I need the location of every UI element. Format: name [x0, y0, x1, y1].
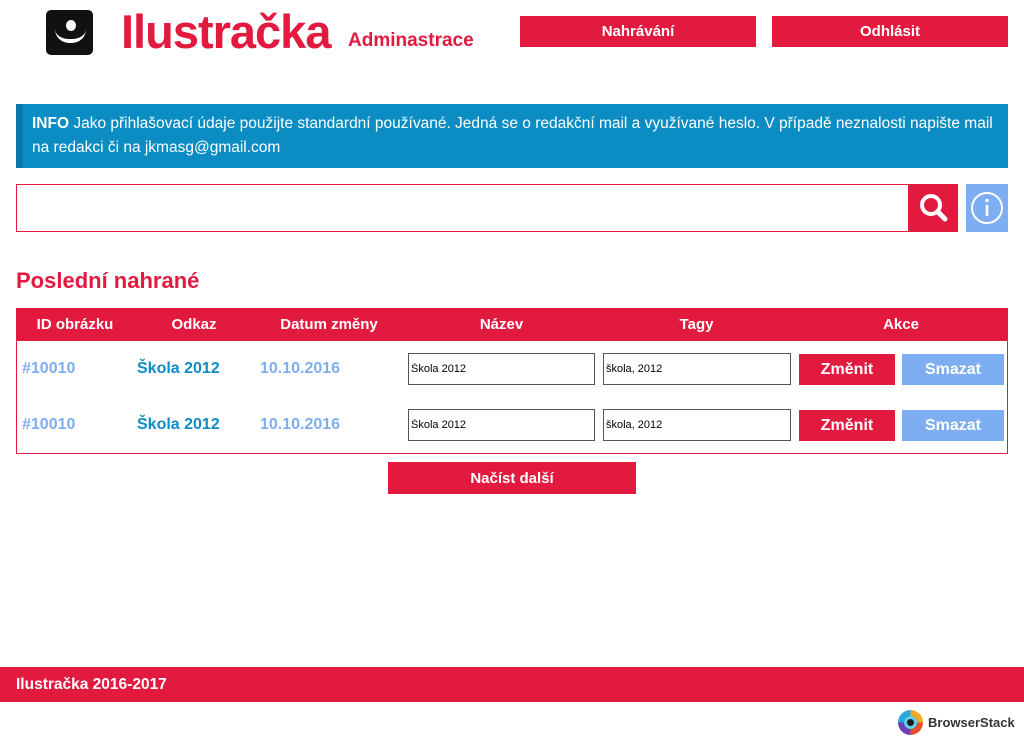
image-link[interactable]: Škola 2012: [137, 341, 247, 397]
logo-icon: [46, 10, 93, 55]
info-label: INFO: [32, 115, 70, 132]
section-title: Poslední nahrané: [16, 268, 200, 293]
delete-button[interactable]: Smazat: [902, 410, 1004, 441]
logout-button[interactable]: Odhlásit: [772, 16, 1008, 47]
upload-button[interactable]: Nahrávání: [520, 16, 756, 47]
image-link[interactable]: Škola 2012: [137, 397, 247, 453]
edit-button[interactable]: Změnit: [799, 410, 895, 441]
column-header-tags: Tagy: [679, 316, 714, 333]
image-id: #10010: [22, 416, 76, 433]
browserstack-logo-icon: [898, 709, 923, 735]
change-date: 10.10.2016: [260, 416, 341, 433]
delete-button[interactable]: Smazat: [902, 354, 1004, 385]
search-input[interactable]: [16, 184, 909, 232]
image-id: #10010: [22, 360, 76, 377]
brand-title: Ilustračka: [121, 5, 331, 58]
browserstack-label: BrowserStack: [928, 714, 1015, 730]
tags-input[interactable]: [603, 409, 791, 441]
table-row: #10010 Škola 2012 10.10.2016 Změnit Smaz…: [17, 341, 1007, 397]
browserstack-badge: BrowserStack: [898, 708, 1015, 736]
column-header-date: Datum změny: [280, 316, 378, 333]
column-header-link: Odkaz: [171, 316, 217, 333]
info-text: Jako přihlašovací údaje použijte standar…: [32, 115, 993, 156]
info-button[interactable]: [966, 184, 1008, 232]
edit-button[interactable]: Změnit: [799, 354, 895, 385]
footer: Ilustračka 2016-2017: [0, 667, 1024, 702]
name-input[interactable]: [408, 409, 595, 441]
tags-input[interactable]: [603, 353, 791, 385]
change-date: 10.10.2016: [260, 360, 341, 377]
info-box: INFO Jako přihlašovací údaje použijte st…: [16, 104, 1008, 168]
load-more-button[interactable]: Načíst další: [388, 462, 636, 494]
brand-subtitle: Adminastrace: [348, 30, 474, 51]
column-header-actions: Akce: [883, 316, 919, 333]
search-button[interactable]: [908, 184, 958, 232]
search-icon: [920, 194, 948, 222]
column-header-name: Název: [479, 316, 524, 333]
footer-text: Ilustračka 2016-2017: [16, 676, 167, 693]
info-icon: [971, 192, 1003, 224]
table-header: ID obrázku Odkaz Datum změny Název Tagy …: [16, 308, 1008, 341]
name-input[interactable]: [408, 353, 595, 385]
table-row: #10010 Škola 2012 10.10.2016 Změnit Smaz…: [17, 397, 1007, 453]
uploads-table: ID obrázku Odkaz Datum změny Název Tagy …: [16, 308, 1008, 454]
column-header-id: ID obrázku: [36, 316, 114, 333]
